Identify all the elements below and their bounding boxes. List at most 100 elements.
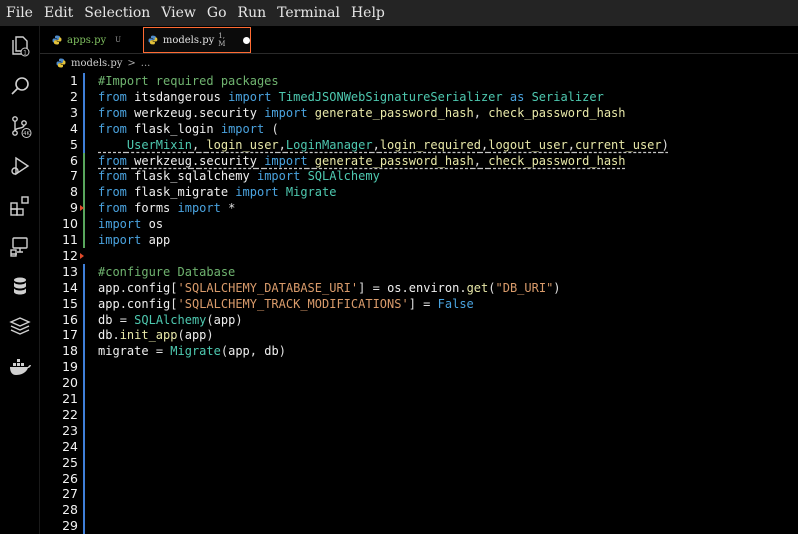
code-line[interactable]: 20 bbox=[40, 375, 798, 392]
menu-edit[interactable]: Edit bbox=[44, 5, 73, 21]
code-line[interactable]: 22 bbox=[40, 406, 798, 423]
git-change-bar[interactable] bbox=[83, 359, 85, 376]
run-debug-icon[interactable] bbox=[8, 154, 32, 178]
code-text: from flask_sqlalchemy import SQLAlchemy bbox=[98, 169, 380, 184]
extensions-icon[interactable] bbox=[8, 194, 32, 218]
git-change-bar[interactable] bbox=[83, 216, 85, 233]
breadcrumb-more[interactable]: ... bbox=[141, 58, 151, 69]
git-change-bar[interactable] bbox=[83, 168, 85, 185]
code-line[interactable]: 26 bbox=[40, 470, 798, 487]
line-number: 4 bbox=[70, 120, 78, 136]
line-number: 1 bbox=[70, 73, 78, 88]
git-change-bar[interactable] bbox=[83, 184, 85, 201]
code-line[interactable]: 18 migrate = Migrate(app, db) bbox=[40, 343, 798, 360]
layers-icon[interactable] bbox=[8, 314, 32, 338]
code-text: db = SQLAlchemy(app) bbox=[98, 312, 243, 327]
git-change-bar[interactable] bbox=[83, 422, 85, 439]
code-editor[interactable]: 1 #Import required packages 2 from itsdange… bbox=[40, 72, 798, 534]
code-line[interactable]: 11 import app bbox=[40, 232, 798, 248]
git-change-bar[interactable] bbox=[83, 502, 85, 519]
source-control-icon[interactable]: 4K bbox=[8, 114, 32, 138]
git-change-bar[interactable] bbox=[83, 295, 85, 312]
remote-explorer-icon[interactable] bbox=[8, 234, 32, 258]
python-file-icon bbox=[56, 58, 66, 68]
code-line[interactable]: 19 bbox=[40, 359, 798, 376]
git-change-bar[interactable] bbox=[83, 152, 85, 169]
git-change-bar[interactable] bbox=[83, 454, 85, 471]
activity-bar: 1 4K bbox=[0, 26, 40, 534]
code-line[interactable]: 28 bbox=[40, 502, 798, 519]
line-number: 21 bbox=[62, 391, 78, 406]
breadcrumb-file[interactable]: models.py bbox=[71, 58, 122, 69]
git-change-bar[interactable] bbox=[83, 518, 85, 534]
database-icon[interactable] bbox=[8, 274, 32, 298]
code-line[interactable]: 13 #configure Database bbox=[40, 263, 798, 280]
code-line[interactable]: 15 app.config['SQLALCHEMY_TRACK_MODIFICAT… bbox=[40, 295, 798, 312]
code-text: UserMixin, login_user,LoginManager,login… bbox=[126, 137, 669, 152]
search-icon[interactable] bbox=[8, 74, 32, 98]
code-line[interactable]: 6 from werkzeug.security import generate_… bbox=[40, 152, 798, 169]
git-change-bar[interactable] bbox=[83, 136, 85, 153]
code-line[interactable]: 24 bbox=[40, 438, 798, 455]
breadcrumb-separator: > bbox=[127, 57, 136, 69]
explorer-icon[interactable]: 1 bbox=[8, 34, 32, 58]
code-line[interactable]: 23 bbox=[40, 422, 798, 439]
code-line[interactable]: 12 bbox=[40, 248, 798, 264]
code-line[interactable]: 5 UserMixin, login_user,LoginManager,log… bbox=[40, 136, 798, 153]
code-line[interactable]: 21 bbox=[40, 391, 798, 407]
git-change-bar[interactable] bbox=[83, 73, 85, 89]
source-control-badge: 4K bbox=[23, 131, 30, 137]
git-change-bar[interactable] bbox=[83, 104, 85, 121]
menu-go[interactable]: Go bbox=[207, 5, 227, 21]
menu-file[interactable]: File bbox=[6, 5, 33, 21]
code-line[interactable]: 9 from forms import * bbox=[40, 200, 798, 217]
git-change-bar[interactable] bbox=[83, 120, 85, 137]
git-change-bar[interactable] bbox=[83, 311, 85, 328]
editor-tab-bar: apps.py U models.py 1, M bbox=[40, 26, 798, 54]
git-change-bar[interactable] bbox=[83, 438, 85, 455]
git-change-bar[interactable] bbox=[83, 406, 85, 423]
code-text: from flask_login import ( bbox=[98, 121, 279, 136]
git-change-bar[interactable] bbox=[83, 391, 85, 407]
code-line[interactable]: 27 bbox=[40, 486, 798, 503]
git-change-bar[interactable] bbox=[83, 88, 85, 105]
code-line[interactable]: 3 from werkzeug.security import generate_… bbox=[40, 104, 798, 121]
code-line[interactable]: 29 bbox=[40, 518, 798, 534]
code-text: import os bbox=[98, 217, 164, 232]
git-change-bar[interactable] bbox=[83, 263, 85, 280]
code-line[interactable]: 2 from itsdangerous import TimedJSONWebSi… bbox=[40, 88, 798, 105]
menu-help[interactable]: Help bbox=[351, 5, 385, 21]
code-line[interactable]: 4 from flask_login import ( bbox=[40, 120, 798, 137]
code-text: #Import required packages bbox=[98, 74, 279, 88]
line-number: 25 bbox=[62, 454, 78, 470]
deleted-lines-marker-icon[interactable] bbox=[80, 252, 84, 259]
tab-models-py[interactable]: models.py 1, M bbox=[143, 27, 251, 53]
git-change-bar[interactable] bbox=[83, 327, 85, 344]
code-line[interactable]: 10 import os bbox=[40, 216, 798, 233]
unsaved-dot-icon[interactable] bbox=[243, 36, 250, 44]
docker-icon[interactable] bbox=[8, 354, 32, 378]
line-number: 14 bbox=[62, 279, 78, 295]
git-change-bar[interactable] bbox=[83, 343, 85, 360]
git-change-bar[interactable] bbox=[83, 279, 85, 296]
git-change-bar[interactable] bbox=[83, 470, 85, 487]
line-number: 2 bbox=[70, 88, 78, 104]
menu-view[interactable]: View bbox=[161, 5, 196, 21]
code-line[interactable]: 16 db = SQLAlchemy(app) bbox=[40, 311, 798, 328]
code-line[interactable]: 14 app.config['SQLALCHEMY_DATABASE_URI'] … bbox=[40, 279, 798, 296]
git-change-bar[interactable] bbox=[83, 486, 85, 503]
code-line[interactable]: 25 bbox=[40, 454, 798, 471]
menu-selection[interactable]: Selection bbox=[84, 5, 150, 21]
code-line[interactable]: 7 from flask_sqlalchemy import SQLAlchemy bbox=[40, 168, 798, 185]
line-number: 19 bbox=[62, 359, 78, 375]
git-change-bar[interactable] bbox=[83, 232, 85, 248]
code-line[interactable]: 17 db.init_app(app) bbox=[40, 327, 798, 344]
git-change-bar[interactable] bbox=[83, 375, 85, 392]
line-number: 6 bbox=[70, 152, 78, 168]
code-line[interactable]: 1 #Import required packages bbox=[40, 73, 798, 89]
menu-terminal[interactable]: Terminal bbox=[277, 5, 340, 21]
deleted-lines-marker-icon[interactable] bbox=[80, 205, 84, 212]
tab-apps-py[interactable]: apps.py U bbox=[48, 26, 142, 54]
menu-run[interactable]: Run bbox=[238, 5, 267, 21]
code-line[interactable]: 8 from flask_migrate import Migrate bbox=[40, 184, 798, 201]
